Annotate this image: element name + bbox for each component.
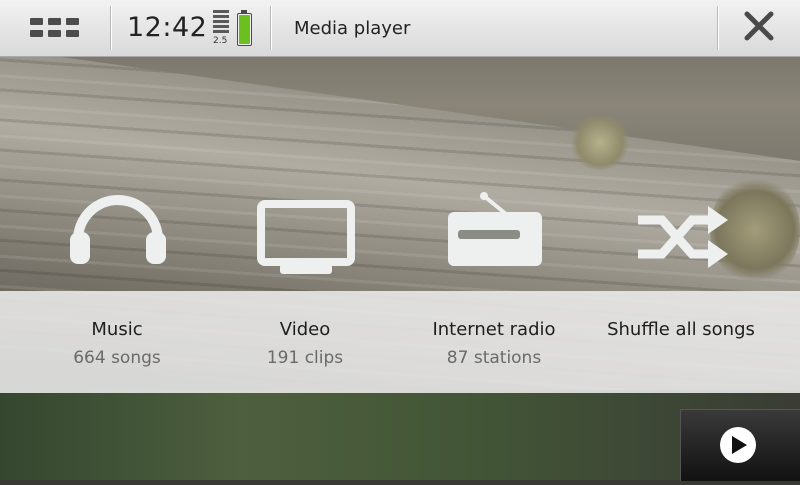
app-title: Media player bbox=[294, 18, 411, 39]
category-count: 664 songs bbox=[73, 348, 161, 368]
music-button-icon[interactable] bbox=[68, 190, 168, 280]
category-label: Shuffle all songs bbox=[607, 319, 755, 340]
signal-bar bbox=[213, 15, 229, 18]
category-music[interactable]: Music 664 songs bbox=[17, 291, 217, 393]
category-count: 191 clips bbox=[266, 348, 344, 368]
battery-fill bbox=[239, 15, 250, 44]
monitor-icon bbox=[257, 200, 355, 274]
category-count: 87 stations bbox=[446, 348, 542, 368]
status-bar: 12:42 2.5 Media player bbox=[0, 0, 800, 57]
grid-menu-icon[interactable] bbox=[22, 14, 86, 42]
signal-bar bbox=[213, 10, 229, 13]
signal-bar bbox=[213, 25, 229, 28]
signal-bar bbox=[213, 20, 229, 23]
category-internet-radio[interactable]: Internet radio 87 stations bbox=[394, 291, 594, 393]
shuffle-button-icon[interactable] bbox=[632, 190, 732, 280]
category-band: Music 664 songs Video 191 clips Internet… bbox=[0, 291, 800, 393]
shuffle-icon bbox=[638, 206, 728, 268]
category-label: Internet radio bbox=[432, 319, 556, 340]
category-shuffle-all-songs[interactable]: Shuffle all songs bbox=[581, 291, 781, 393]
category-label: Video bbox=[279, 319, 331, 340]
category-video[interactable]: Video 191 clips bbox=[205, 291, 405, 393]
now-playing-button[interactable] bbox=[680, 409, 800, 481]
radio-icon bbox=[448, 192, 542, 266]
status-divider bbox=[270, 6, 271, 50]
background-moss bbox=[570, 115, 630, 170]
headphones-icon bbox=[70, 195, 166, 264]
signal-battery-indicator[interactable]: 2.5 bbox=[213, 9, 255, 49]
clock[interactable]: 12:42 bbox=[127, 12, 207, 43]
play-icon bbox=[720, 427, 756, 463]
close-button[interactable] bbox=[718, 0, 800, 56]
close-icon bbox=[744, 11, 774, 41]
category-label: Music bbox=[91, 319, 143, 340]
network-type-label: 2.5 bbox=[213, 36, 228, 46]
status-divider bbox=[110, 6, 111, 50]
signal-bar bbox=[213, 30, 229, 33]
internet-radio-button-icon[interactable] bbox=[444, 190, 544, 280]
video-button-icon[interactable] bbox=[256, 190, 356, 280]
